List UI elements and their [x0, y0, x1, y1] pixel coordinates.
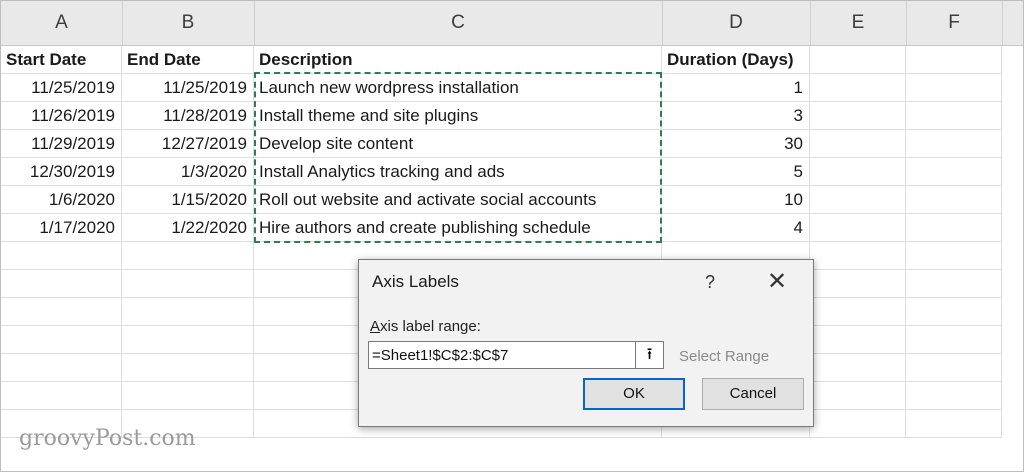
cell-empty[interactable]: [906, 130, 1002, 158]
cell-empty[interactable]: [810, 130, 906, 158]
table-row: 12/30/2019 1/3/2020 Install Analytics tr…: [1, 158, 1023, 186]
cell-empty[interactable]: [122, 382, 254, 410]
cell-e1[interactable]: [810, 46, 906, 74]
cell-empty[interactable]: [906, 74, 1002, 102]
axis-label-range-input[interactable]: [368, 341, 644, 369]
column-header-row: A B C D E F: [1, 1, 1023, 46]
cell-description[interactable]: Roll out website and activate social acc…: [254, 186, 662, 214]
table-row: 1/17/2020 1/22/2020 Hire authors and cre…: [1, 214, 1023, 242]
cell-empty[interactable]: [906, 298, 1002, 326]
cell-duration[interactable]: 4: [662, 214, 810, 242]
cell-empty[interactable]: [1, 354, 122, 382]
cell-empty[interactable]: [122, 354, 254, 382]
cell-end-date[interactable]: 1/15/2020: [122, 186, 254, 214]
spreadsheet-window: A B C D E F Start Date End Date Descript…: [0, 0, 1024, 472]
cell-description[interactable]: Install theme and site plugins: [254, 102, 662, 130]
cell-d1[interactable]: Duration (Days): [662, 46, 810, 74]
cell-start-date[interactable]: 1/17/2020: [1, 214, 122, 242]
column-header-d[interactable]: D: [662, 1, 811, 45]
cell-empty[interactable]: [906, 410, 1002, 438]
cell-empty[interactable]: [810, 270, 906, 298]
cell-c1[interactable]: Description: [254, 46, 662, 74]
cell-empty[interactable]: [122, 270, 254, 298]
cell-empty[interactable]: [1, 326, 122, 354]
cell-duration[interactable]: 5: [662, 158, 810, 186]
cell-empty[interactable]: [810, 298, 906, 326]
select-range-hint: Select Range: [679, 348, 770, 365]
cell-empty[interactable]: [810, 382, 906, 410]
label-text: xis label range:: [380, 318, 481, 335]
column-header-f[interactable]: F: [906, 1, 1003, 45]
cell-duration[interactable]: 1: [662, 74, 810, 102]
cell-description[interactable]: Develop site content: [254, 130, 662, 158]
cell-empty[interactable]: [122, 298, 254, 326]
watermark: groovyPost.com: [19, 426, 196, 451]
cell-empty[interactable]: [810, 158, 906, 186]
cell-empty[interactable]: [1, 270, 122, 298]
cell-duration[interactable]: 30: [662, 130, 810, 158]
cell-b1[interactable]: End Date: [122, 46, 254, 74]
cell-end-date[interactable]: 11/28/2019: [122, 102, 254, 130]
label-accelerator: A: [370, 318, 381, 335]
cell-empty[interactable]: [906, 242, 1002, 270]
cell-empty[interactable]: [906, 270, 1002, 298]
close-icon[interactable]: ✕: [763, 268, 791, 296]
cell-empty[interactable]: [810, 74, 906, 102]
cell-empty[interactable]: [810, 186, 906, 214]
cell-empty[interactable]: [906, 102, 1002, 130]
column-header-c[interactable]: C: [254, 1, 663, 45]
cell-empty[interactable]: [810, 326, 906, 354]
dialog-title: Axis Labels: [372, 272, 459, 291]
cell-f1[interactable]: [906, 46, 1002, 74]
cell-empty[interactable]: [810, 242, 906, 270]
cell-empty[interactable]: [122, 326, 254, 354]
cell-empty[interactable]: [906, 186, 1002, 214]
cell-start-date[interactable]: 11/25/2019: [1, 74, 122, 102]
cell-duration[interactable]: 10: [662, 186, 810, 214]
cell-empty[interactable]: [810, 354, 906, 382]
cell-empty[interactable]: [906, 158, 1002, 186]
column-header-e[interactable]: E: [810, 1, 907, 45]
cell-start-date[interactable]: 11/29/2019: [1, 130, 122, 158]
table-header-row: Start Date End Date Description Duration…: [1, 46, 1023, 74]
table-row: 11/25/2019 11/25/2019 Launch new wordpre…: [1, 74, 1023, 102]
cell-end-date[interactable]: 11/25/2019: [122, 74, 254, 102]
cancel-button[interactable]: Cancel: [702, 378, 804, 410]
cell-start-date[interactable]: 12/30/2019: [1, 158, 122, 186]
cell-empty[interactable]: [810, 410, 906, 438]
collapse-dialog-icon[interactable]: ⭱: [635, 341, 664, 369]
table-row: 11/29/2019 12/27/2019 Develop site conte…: [1, 130, 1023, 158]
cell-description[interactable]: Install Analytics tracking and ads: [254, 158, 662, 186]
cell-a1[interactable]: Start Date: [1, 46, 122, 74]
cell-empty[interactable]: [122, 242, 254, 270]
cell-empty[interactable]: [1, 382, 122, 410]
cell-end-date[interactable]: 12/27/2019: [122, 130, 254, 158]
cell-empty[interactable]: [906, 214, 1002, 242]
cell-start-date[interactable]: 1/6/2020: [1, 186, 122, 214]
ok-button[interactable]: OK: [583, 378, 685, 410]
cell-description[interactable]: Hire authors and create publishing sched…: [254, 214, 662, 242]
cell-empty[interactable]: [906, 382, 1002, 410]
table-row: 11/26/2019 11/28/2019 Install theme and …: [1, 102, 1023, 130]
cell-duration[interactable]: 3: [662, 102, 810, 130]
cell-end-date[interactable]: 1/22/2020: [122, 214, 254, 242]
cell-empty[interactable]: [1, 242, 122, 270]
cell-end-date[interactable]: 1/3/2020: [122, 158, 254, 186]
cell-empty[interactable]: [906, 354, 1002, 382]
cell-empty[interactable]: [906, 326, 1002, 354]
cell-empty[interactable]: [1, 298, 122, 326]
help-icon[interactable]: ?: [699, 268, 721, 296]
cell-empty[interactable]: [810, 102, 906, 130]
column-header-b[interactable]: B: [122, 1, 255, 45]
cell-description[interactable]: Launch new wordpress installation: [254, 74, 662, 102]
axis-label-range-label: Axis label range:: [370, 318, 481, 335]
cell-empty[interactable]: [810, 214, 906, 242]
cell-start-date[interactable]: 11/26/2019: [1, 102, 122, 130]
table-row: 1/6/2020 1/15/2020 Roll out website and …: [1, 186, 1023, 214]
column-header-a[interactable]: A: [1, 1, 123, 45]
axis-labels-dialog: Axis Labels ? ✕ Axis label range: ⭱ Sele…: [358, 259, 814, 427]
